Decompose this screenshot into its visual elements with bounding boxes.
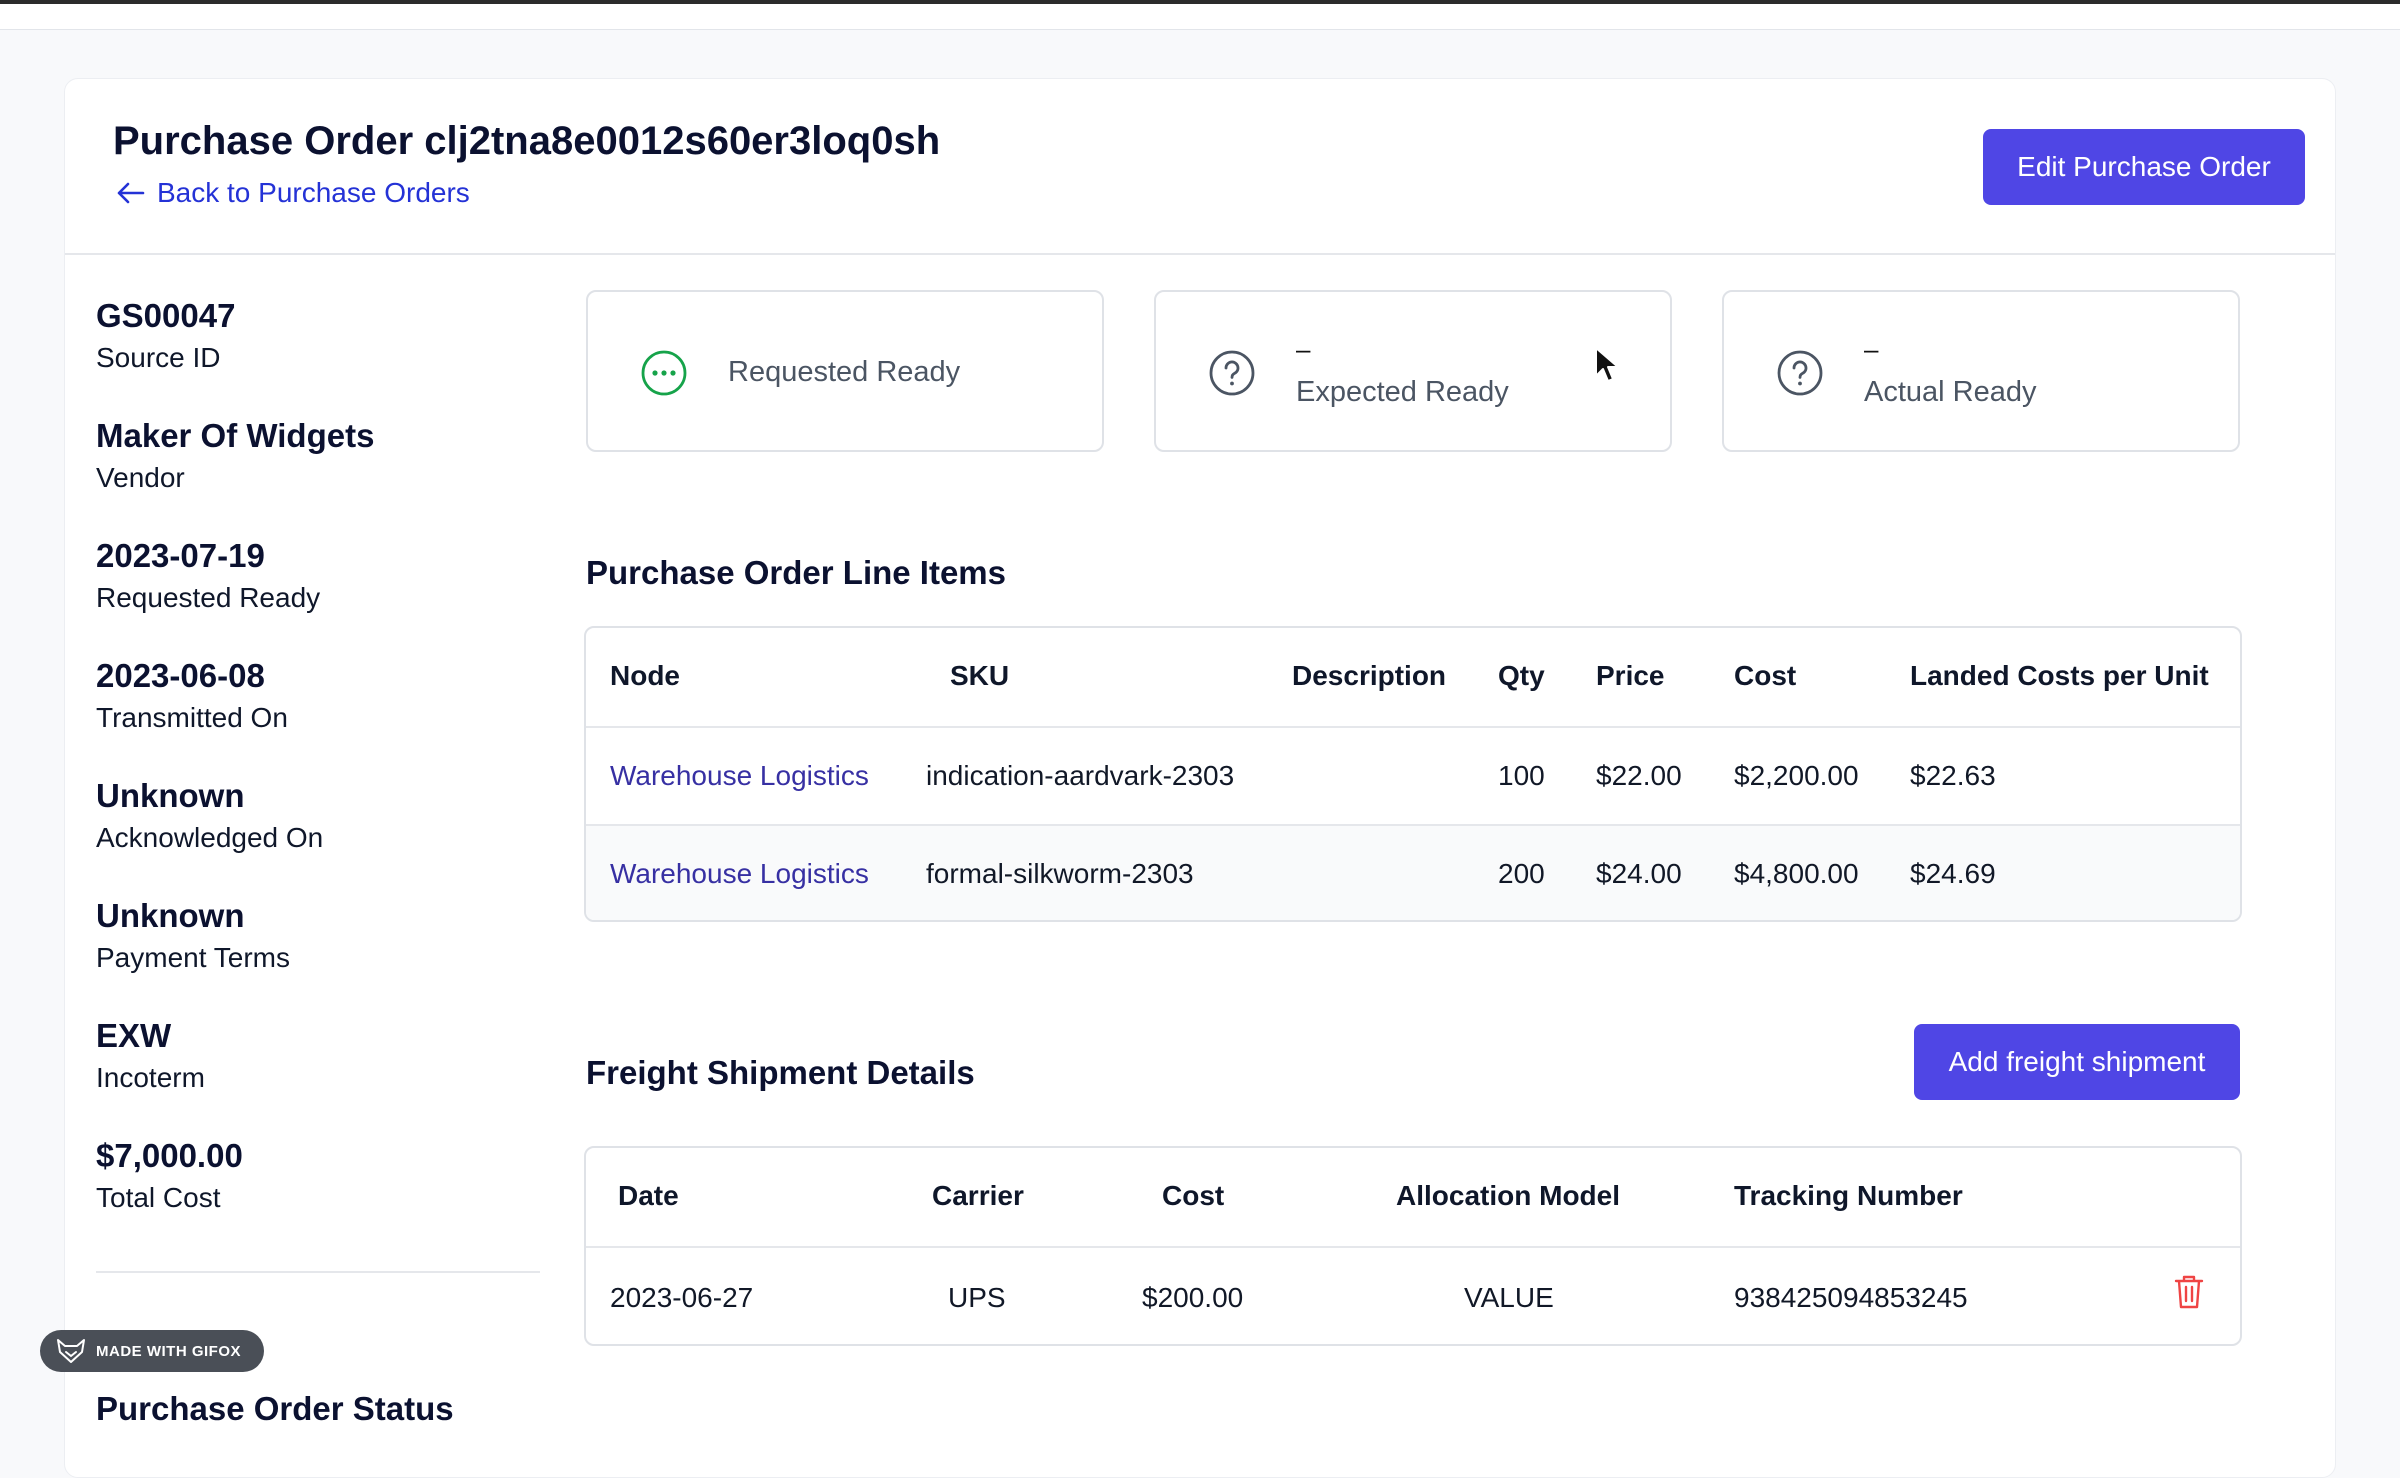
detail-label: Vendor (96, 462, 185, 493)
status-card-requested-ready: Requested Ready (586, 290, 1104, 452)
arrow-left-icon (117, 182, 145, 204)
detail-value: Maker Of Widgets (96, 417, 375, 454)
detail-vendor: Maker Of Widgets Vendor (96, 414, 476, 534)
column-header: Allocation Model (1396, 1180, 1620, 1211)
table-header-row: Node SKU Description Qty Price Cost Land… (586, 628, 2240, 726)
cost-cell: $200.00 (1142, 1282, 1244, 1313)
cost-cell: $2,200.00 (1734, 760, 1859, 791)
detail-total-cost: $7,000.00 Total Cost (96, 1134, 476, 1254)
table-row: Warehouse Logistics formal-silkworm-2303… (586, 824, 2240, 920)
detail-value: $7,000.00 (96, 1137, 243, 1174)
status-label: Requested Ready (728, 356, 961, 388)
node-link[interactable]: Warehouse Logistics (610, 858, 869, 890)
sku-cell: indication-aardvark-2303 (926, 760, 1235, 791)
price-cell: $24.00 (1596, 858, 1682, 889)
top-bar (0, 0, 2400, 30)
detail-value: 2023-07-19 (96, 537, 265, 574)
detail-label: Transmitted On (96, 702, 288, 733)
column-header: SKU (950, 660, 1010, 691)
column-header: Price (1596, 660, 1665, 691)
details-list: GS00047 Source ID Maker Of Widgets Vendo… (96, 294, 476, 1254)
status-label: Expected Ready (1296, 376, 1509, 408)
detail-label: Total Cost (96, 1182, 221, 1213)
detail-value: Unknown (96, 777, 245, 814)
column-header: Node (610, 660, 680, 691)
sku-cell: formal-silkworm-2303 (926, 858, 1194, 889)
table-row: 2023-06-27 UPS $200.00 VALUE 93842509485… (586, 1246, 2240, 1344)
question-circle-icon (1209, 350, 1255, 396)
tracking-cell: 938425094853245 (1734, 1282, 1968, 1313)
freight-table: Date Carrier Cost Allocation Model Track… (584, 1146, 2242, 1346)
status-card-actual-ready: – Actual Ready (1722, 290, 2240, 452)
back-to-purchase-orders-link[interactable]: Back to Purchase Orders (115, 177, 470, 209)
carrier-cell: UPS (948, 1282, 1006, 1313)
status-value: – (1296, 334, 1311, 364)
detail-value: 2023-06-08 (96, 657, 265, 694)
column-header: Cost (1734, 660, 1797, 691)
detail-transmitted-on: 2023-06-08 Transmitted On (96, 654, 476, 774)
detail-label: Requested Ready (96, 582, 321, 613)
cost-cell: $4,800.00 (1734, 858, 1859, 889)
line-items-title: Purchase Order Line Items (586, 554, 1006, 591)
landed-cost-cell: $24.69 (1910, 858, 1996, 889)
status-label: Actual Ready (1864, 376, 2037, 408)
detail-value: Unknown (96, 897, 245, 934)
detail-payment-terms: Unknown Payment Terms (96, 894, 476, 1014)
qty-cell: 200 (1498, 858, 1545, 889)
divider (96, 1271, 540, 1273)
page-title: Purchase Order clj2tna8e0012s60er3loq0sh (113, 119, 941, 163)
back-link-label: Back to Purchase Orders (157, 177, 470, 208)
detail-source-id: GS00047 Source ID (96, 294, 476, 414)
column-header: Date (618, 1180, 679, 1211)
detail-label: Acknowledged On (96, 822, 324, 853)
detail-label: Source ID (96, 342, 221, 373)
landed-cost-cell: $22.63 (1910, 760, 1996, 791)
node-link[interactable]: Warehouse Logistics (610, 760, 869, 792)
price-cell: $22.00 (1596, 760, 1682, 791)
detail-label: Payment Terms (96, 942, 290, 973)
freight-title: Freight Shipment Details (586, 1054, 975, 1091)
line-items-table: Node SKU Description Qty Price Cost Land… (584, 626, 2242, 922)
allocation-cell: VALUE (1464, 1282, 1554, 1313)
table-header-row: Date Carrier Cost Allocation Model Track… (586, 1148, 2240, 1246)
column-header: Carrier (932, 1180, 1024, 1211)
purchase-order-status-heading: Purchase Order Status (96, 1390, 454, 1427)
table-row: Warehouse Logistics indication-aardvark-… (586, 726, 2240, 824)
mouse-cursor-icon (1595, 347, 1619, 382)
detail-value: GS00047 (96, 297, 236, 334)
watermark-label: MADE WITH GIFOX (96, 1342, 241, 1360)
column-header: Cost (1162, 1180, 1225, 1211)
column-header: Tracking Number (1734, 1180, 1963, 1211)
detail-acknowledged-on: Unknown Acknowledged On (96, 774, 476, 894)
edit-purchase-order-button[interactable]: Edit Purchase Order (1983, 129, 2305, 205)
detail-value: EXW (96, 1017, 172, 1054)
column-header: Qty (1498, 660, 1545, 691)
add-freight-shipment-button[interactable]: Add freight shipment (1914, 1024, 2240, 1100)
card-header: Purchase Order clj2tna8e0012s60er3loq0sh… (65, 79, 2335, 255)
detail-label: Incoterm (96, 1062, 205, 1093)
column-header: Landed Costs per Unit (1910, 660, 2209, 691)
question-circle-icon (1777, 350, 1823, 396)
detail-requested-ready: 2023-07-19 Requested Ready (96, 534, 476, 654)
date-cell: 2023-06-27 (610, 1282, 754, 1313)
trash-icon[interactable] (2174, 1274, 2204, 1310)
qty-cell: 100 (1498, 760, 1545, 791)
gifox-watermark: MADE WITH GIFOX (40, 1330, 264, 1372)
column-header: Description (1292, 660, 1447, 691)
status-value: – (1864, 334, 1879, 364)
detail-incoterm: EXW Incoterm (96, 1014, 476, 1134)
ellipsis-circle-icon (641, 350, 687, 396)
fox-logo-icon (57, 1339, 85, 1363)
